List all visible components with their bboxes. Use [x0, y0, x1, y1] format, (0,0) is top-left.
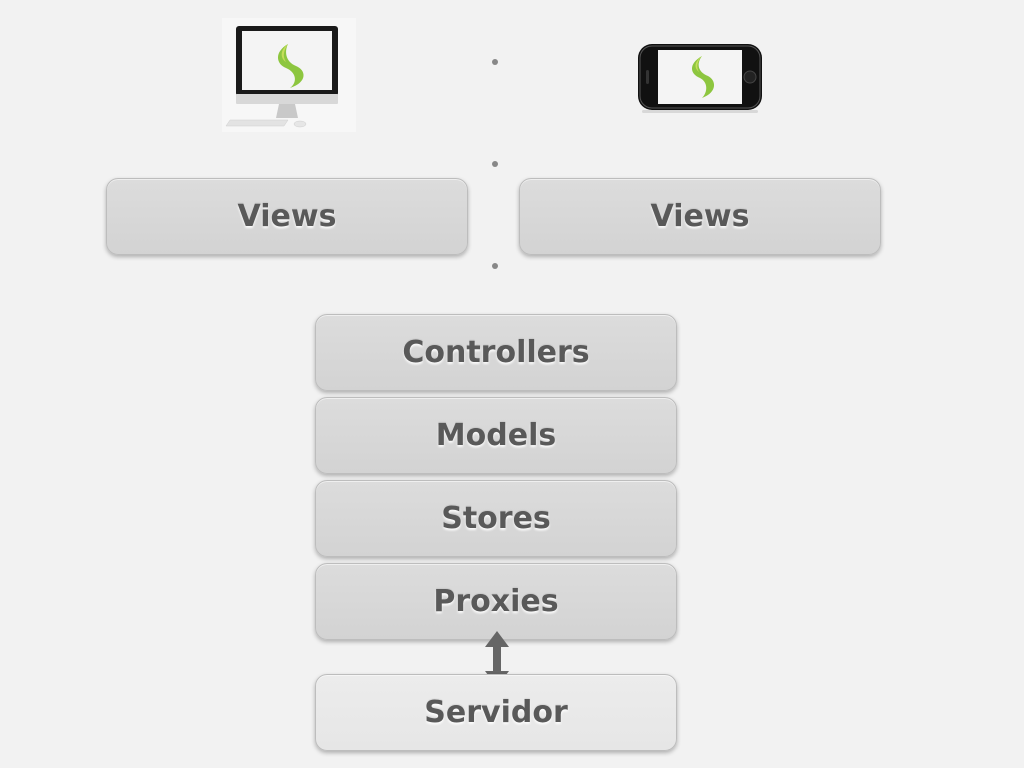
separator-dot: [492, 161, 498, 167]
iphone-mobile-icon: [638, 44, 762, 113]
desktop-device: [222, 18, 356, 132]
views-box-mobile: Views: [519, 178, 881, 255]
stores-box: Stores: [315, 480, 677, 557]
server-label: Servidor: [424, 695, 568, 730]
models-box: Models: [315, 397, 677, 474]
separator-dot: [492, 263, 498, 269]
views-box-desktop: Views: [106, 178, 468, 255]
architecture-slide: Views Views Controllers Models Stores Pr…: [0, 0, 1024, 768]
views-label: Views: [650, 199, 750, 234]
proxies-box: Proxies: [315, 563, 677, 640]
imac-desktop-icon: [222, 18, 356, 132]
controllers-label: Controllers: [402, 335, 590, 370]
mobile-device: [636, 40, 764, 114]
views-label: Views: [237, 199, 337, 234]
separator-dot: [492, 59, 498, 65]
stores-label: Stores: [441, 501, 551, 536]
server-box: Servidor: [315, 674, 677, 751]
controllers-box: Controllers: [315, 314, 677, 391]
proxies-label: Proxies: [433, 584, 559, 619]
models-label: Models: [435, 418, 557, 453]
